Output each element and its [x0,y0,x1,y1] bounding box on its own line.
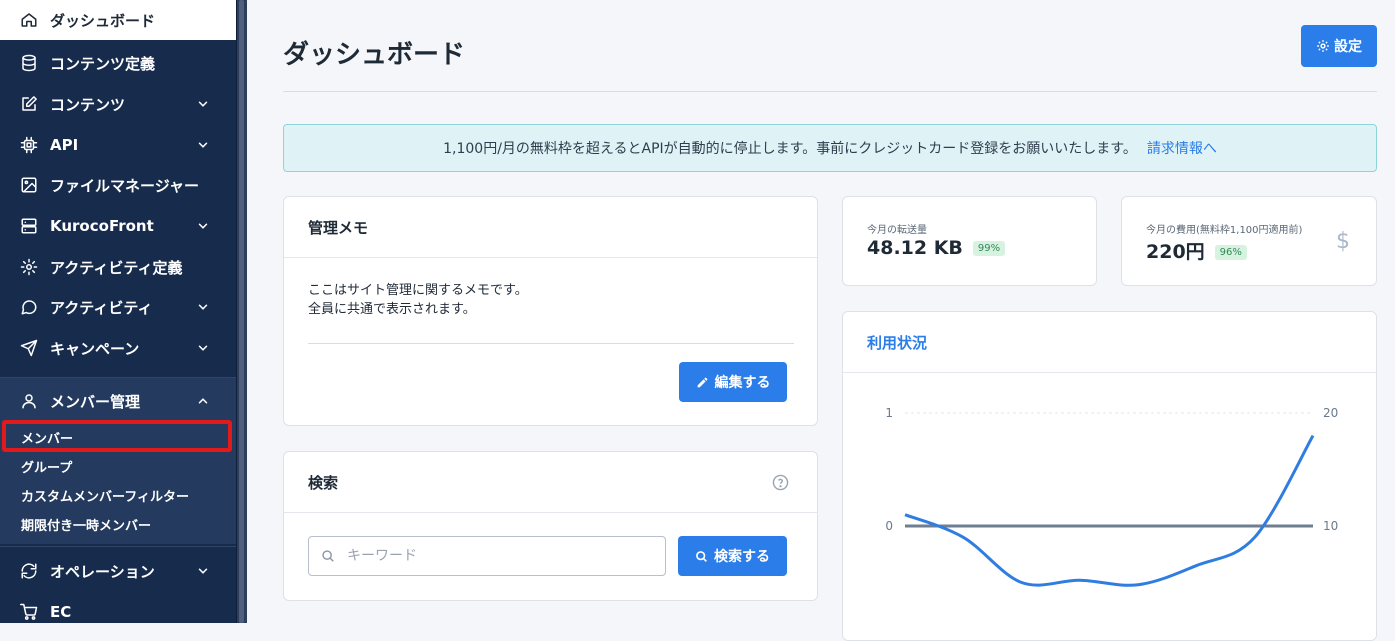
chevron-down-icon[interactable] [196,219,210,233]
dollar-icon: $ [1336,229,1350,254]
cost-value: 220円 [1146,241,1205,263]
cost-card: 今月の費用(無料枠1,100円適用前) 220円 96% $ [1121,196,1377,286]
sidebar-item-label: キャンペーン [50,339,140,358]
sidebar-item-0[interactable]: ダッシュボード [0,0,236,40]
gear-icon [1317,40,1329,52]
sidebar-item-label: アクティビティ [50,298,153,317]
sidebar-item-3[interactable]: API [0,125,236,165]
selection-highlight [2,420,232,452]
sidebar-item-5[interactable]: KurocoFront [0,206,236,246]
search-card: 検索 検索する [283,451,818,601]
search-button[interactable]: 検索する [678,536,787,576]
transfer-card: 今月の転送量 48.12 KB 99% [842,196,1097,286]
cost-label: 今月の費用(無料枠1,100円適用前) [1146,225,1303,236]
sidebar-item-label: API [50,136,79,154]
sidebar-item-label: EC [50,603,72,621]
sidebar-item-2[interactable]: コンテンツ [0,84,236,124]
sidebar-item-label: ダッシュボード [50,11,156,30]
sidebar-item-label: オペレーション [50,562,155,581]
sidebar-divider [0,377,236,378]
sidebar-item-label: ファイルマネージャー [50,176,199,195]
sidebar-item-4[interactable]: ファイルマネージャー [0,165,236,205]
search-button-label: 検索する [714,549,770,565]
image-icon [20,176,38,194]
chevron-up-icon[interactable] [196,394,210,408]
chevron-down-icon[interactable] [196,97,210,111]
sidebar-item-label: コンテンツ定義 [50,54,156,73]
help-icon[interactable] [772,474,789,491]
home-icon [20,11,38,29]
edit-label: 編集する [714,375,771,391]
left-tick-label: 0 [885,519,893,533]
gear-icon [20,258,38,276]
edit-button[interactable]: 編集する [679,362,787,402]
chevron-down-icon[interactable] [196,564,210,578]
memo-divider [308,343,794,344]
right-tick-label: 10 [1323,519,1338,533]
sidebar-scrollbar[interactable] [236,0,247,623]
sidebar-item-label: メンバー管理 [50,392,141,411]
sidebar-item-7[interactable]: アクティビティ [0,287,236,327]
keyword-search-field[interactable] [308,536,666,576]
sidebar-item-9[interactable]: メンバー管理 [0,381,236,421]
sidebar-item-label: コンテンツ [50,95,126,114]
sidebar-item-6[interactable]: アクティビティ定義 [0,247,236,287]
sidebar-subitem-2[interactable]: カスタムメンバーフィルター [0,480,236,510]
sidebar-item-11[interactable]: EC [0,592,236,632]
sidebar: ダッシュボード コンテンツ定義 コンテンツ API ファイルマネージャー KurocoFr… [0,0,236,623]
usage-title: 利用状況 [843,312,1376,373]
transfer-value: 48.12 KB [867,237,963,259]
chip-icon [20,136,38,154]
edit-icon [20,95,38,113]
send-icon [20,339,38,357]
memo-title: 管理メモ [284,197,817,258]
left-tick-label: 1 [885,406,893,420]
refresh-icon [20,562,38,580]
page-title: ダッシュボード [283,40,466,70]
title-divider [283,91,1377,92]
alert-text: 1,100円/月の無料枠を超えるとAPIが自動的に停止します。事前にクレジットカ… [443,141,1137,157]
sidebar-item-10[interactable]: オペレーション [0,551,236,591]
sidebar-subitem-3[interactable]: 期限付き一時メンバー [0,509,236,539]
chevron-down-icon[interactable] [196,300,210,314]
user-icon [20,392,38,410]
settings-label: 設定 [1334,39,1362,55]
transfer-label: 今月の転送量 [867,225,927,236]
cost-value-row: 220円 96% [1146,237,1247,264]
pencil-icon [697,377,707,387]
sidebar-item-label: アクティビティ定義 [50,258,183,277]
server-icon [20,217,38,235]
search-icon [322,550,334,562]
settings-button[interactable]: 設定 [1301,25,1377,67]
cart-icon [20,603,38,621]
memo-body: ここはサイト管理に関するメモです。 全員に共通で表示されます。 [308,281,528,319]
sidebar-item-1[interactable]: コンテンツ定義 [0,43,236,83]
memo-line: ここはサイト管理に関するメモです。 [308,283,528,298]
scrollbar-thumb[interactable] [239,0,244,623]
sidebar-item-8[interactable]: キャンペーン [0,328,236,368]
database-icon [20,54,38,72]
sidebar-subitem-1[interactable]: グループ [0,451,236,481]
series-line-1 [904,434,1315,587]
memo-card: 管理メモ ここはサイト管理に関するメモです。 全員に共通で表示されます。 編集す… [283,196,818,426]
sidebar-item-label: KurocoFront [50,217,154,235]
chat-icon [20,298,38,316]
search-icon [696,550,707,562]
billing-link[interactable]: 請求情報へ [1147,138,1217,158]
sidebar-divider [0,546,236,547]
usage-chart: 102010 [885,406,1338,587]
search-input[interactable] [345,547,649,565]
cost-badge: 96% [1214,245,1247,260]
transfer-badge: 99% [972,241,1006,256]
usage-card: 利用状況 1 0 20 10 [842,311,1377,641]
main-content: ダッシュボード 設定 1,100円/月の無料枠を超えるとAPIが自動的に停止しま… [247,0,1395,641]
chevron-down-icon[interactable] [196,341,210,355]
transfer-value-row: 48.12 KB 99% [867,237,1006,259]
right-tick-label: 20 [1323,406,1338,420]
billing-alert: 1,100円/月の無料枠を超えるとAPIが自動的に停止します。事前にクレジットカ… [283,124,1377,172]
chevron-down-icon[interactable] [196,138,210,152]
search-title: 検索 [284,452,817,513]
memo-line: 全員に共通で表示されます。 [308,302,476,317]
